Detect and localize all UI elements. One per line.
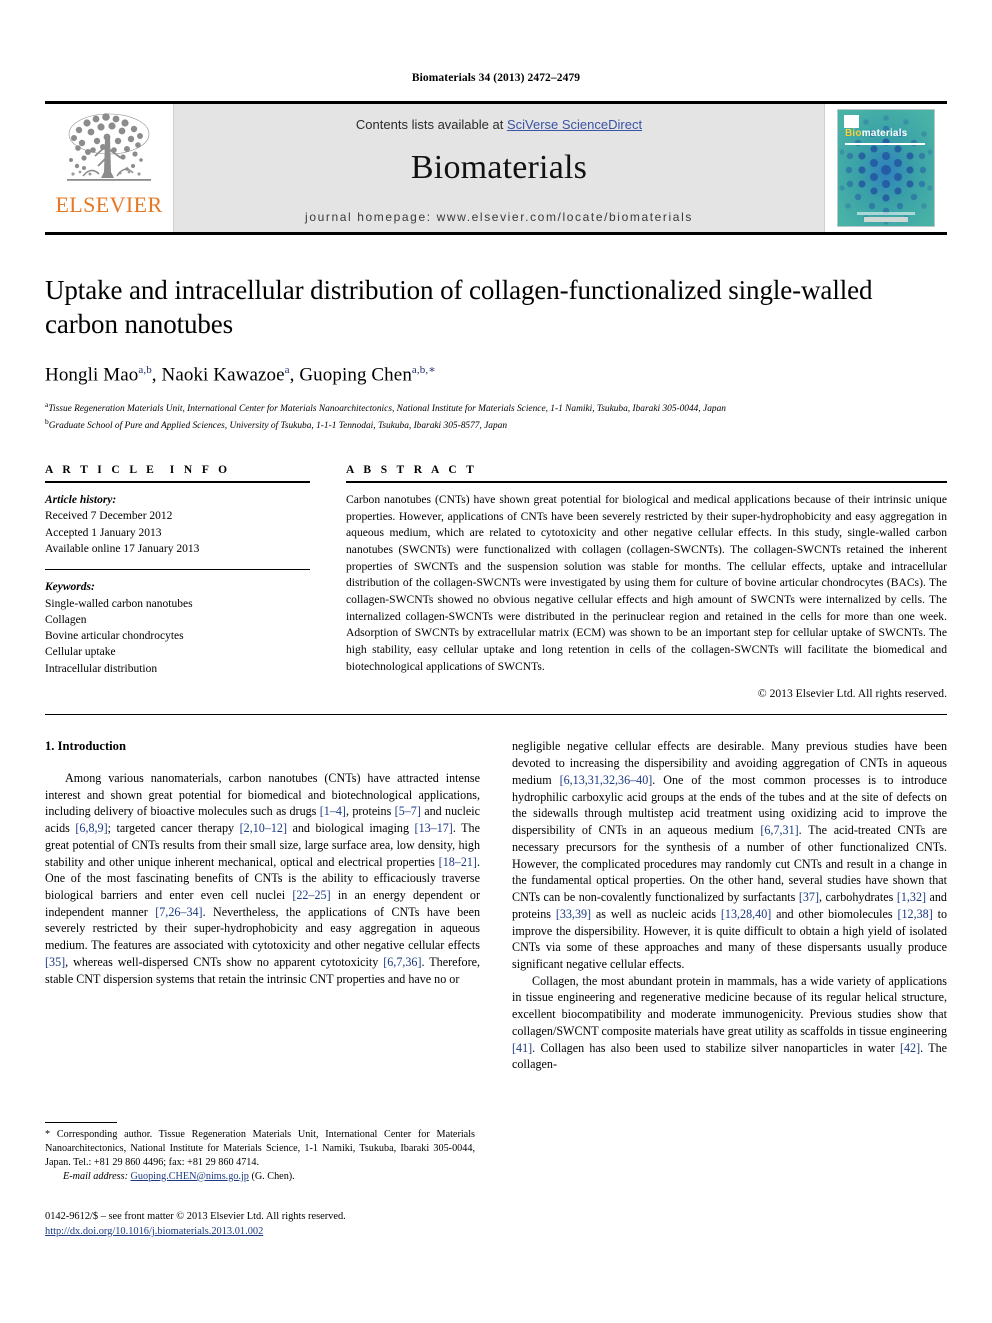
affiliation-list: aTissue Regeneration Materials Unit, Int…	[45, 400, 947, 434]
citation-link[interactable]: [41]	[512, 1041, 532, 1055]
citation-link[interactable]: [2,10–12]	[240, 821, 287, 835]
body-columns: 1. Introduction Among various nanomateri…	[45, 738, 947, 1073]
affiliation-text: Graduate School of Pure and Applied Scie…	[48, 421, 508, 432]
corresponding-author-text: * Corresponding author. Tissue Regenerat…	[45, 1129, 475, 1168]
abstract-text: Carbon nanotubes (CNTs) have shown great…	[346, 492, 947, 673]
author-name: Naoki Kawazoe	[161, 364, 285, 386]
author-name: Guoping Chen	[299, 364, 412, 386]
cover-elsevier-mark-icon	[844, 115, 859, 128]
abstract-bottom-rule	[45, 714, 947, 716]
keyword-item: Intracellular distribution	[45, 662, 158, 675]
affiliation-text: Tissue Regeneration Materials Unit, Inte…	[48, 404, 726, 415]
keywords-label: Keywords:	[45, 581, 95, 594]
footnote-rule	[45, 1122, 117, 1123]
info-abstract-region: A R T I C L E I N F O Article history: R…	[45, 463, 947, 701]
author-name: Hongli Mao	[45, 364, 139, 386]
abstract-copyright: © 2013 Elsevier Ltd. All rights reserved…	[757, 687, 947, 701]
imprint-line: 0142-9612/$ – see front matter © 2013 El…	[45, 1211, 346, 1222]
citation-link[interactable]: [13–17]	[415, 821, 453, 835]
abstract-rule	[346, 480, 947, 483]
cover-footer-band	[864, 217, 908, 222]
body-column-left: 1. Introduction Among various nanomateri…	[45, 738, 480, 1073]
abstract-heading: A B S T R A C T	[346, 463, 478, 476]
citation-link[interactable]: [1,32]	[897, 890, 926, 904]
citation-link[interactable]: [13,28,40]	[721, 907, 771, 921]
article-info-rule	[45, 480, 310, 483]
article-history-item: Accepted 1 January 2013	[45, 526, 162, 539]
keyword-item: Single-walled carbon nanotubes	[45, 597, 193, 610]
journal-title: Biomaterials	[410, 149, 588, 186]
keywords-group: Keywords: Single-walled carbon nanotubes…	[45, 579, 310, 677]
paragraph: Collagen, the most abundant protein in m…	[512, 973, 947, 1072]
cover-journal-title: Biomaterials	[845, 128, 907, 139]
citation-link[interactable]: [18–21]	[439, 855, 477, 869]
citation-link[interactable]: [22–25]	[292, 888, 330, 902]
doi-link[interactable]: http://dx.doi.org/10.1016/j.biomaterials…	[45, 1226, 263, 1237]
citation-link[interactable]: [6,7,31]	[760, 823, 798, 837]
email-label: E-mail address:	[63, 1170, 128, 1182]
title-block: Uptake and intracellular distribution of…	[45, 273, 947, 434]
imprint-block: 0142-9612/$ – see front matter © 2013 El…	[45, 1210, 485, 1240]
author-list: Hongli Maoa,b, Naoki Kawazoea, Guoping C…	[45, 364, 436, 386]
author-affiliation-marker: a,b,∗	[411, 364, 436, 377]
section-title-introduction: 1. Introduction	[45, 739, 126, 754]
citation-link[interactable]: [33,39]	[556, 907, 591, 921]
citation-link[interactable]: [6,13,31,32,36–40]	[560, 773, 653, 787]
article-info-heading: A R T I C L E I N F O	[45, 463, 231, 476]
sciencedirect-link[interactable]: SciVerse ScienceDirect	[507, 117, 642, 132]
cover-divider	[845, 143, 925, 145]
cover-image: Biomaterials	[837, 109, 935, 227]
citation-link[interactable]: [37]	[799, 890, 819, 904]
citation-link[interactable]: [7,26–34]	[155, 905, 202, 919]
citation-link[interactable]: [42]	[900, 1041, 920, 1055]
affiliation-item: bGraduate School of Pure and Applied Sci…	[45, 417, 947, 434]
journal-masthead: ELSEVIER Contents lists available at Sci…	[45, 101, 947, 235]
paper-page: Biomaterials 34 (2013) 2472–2479 ELSEVIE…	[0, 0, 992, 1323]
email-link[interactable]: Guoping.CHEN@nims.go.jp	[131, 1171, 249, 1182]
running-head: Biomaterials 34 (2013) 2472–2479	[411, 72, 581, 84]
author-affiliation-marker: a,b	[138, 364, 152, 377]
journal-band: Contents lists available at SciVerse Sci…	[173, 104, 825, 232]
citation-link[interactable]: [6,7,36]	[383, 955, 421, 969]
corresponding-author-footnote: * Corresponding author. Tissue Regenerat…	[45, 1122, 475, 1184]
keyword-item: Bovine articular chondrocytes	[45, 630, 184, 643]
abstract-column: A B S T R A C T Carbon nanotubes (CNTs) …	[346, 463, 947, 701]
journal-cover-thumbnail[interactable]: Biomaterials	[825, 104, 947, 232]
elsevier-logo: ELSEVIER	[45, 104, 173, 232]
email-suffix: (G. Chen).	[251, 1170, 295, 1182]
contents-available-line: Contents lists available at SciVerse Sci…	[356, 117, 642, 132]
citation-link[interactable]: [35]	[45, 955, 65, 969]
cover-title-bio: Bio	[845, 128, 862, 139]
contents-prefix-text: Contents lists available at	[355, 117, 507, 132]
keyword-item: Collagen	[45, 613, 87, 626]
cover-title-rest: materials	[861, 128, 908, 139]
author-affiliation-marker: a	[284, 364, 290, 377]
article-history-group: Article history: Received 7 December 201…	[45, 492, 310, 557]
body-column-right: negligible negative cellular effects are…	[512, 738, 947, 1073]
citation-link[interactable]: [6,8,9]	[75, 821, 107, 835]
affiliation-item: aTissue Regeneration Materials Unit, Int…	[45, 400, 947, 417]
elsevier-wordmark: ELSEVIER	[55, 192, 163, 217]
citation-link[interactable]: [1–4]	[320, 804, 346, 818]
citation-link[interactable]: [5–7]	[395, 804, 421, 818]
article-info-separator	[45, 569, 310, 571]
elsevier-tree-icon	[67, 113, 151, 181]
page-title: Uptake and intracellular distribution of…	[45, 275, 873, 340]
paragraph: negligible negative cellular effects are…	[512, 739, 948, 971]
article-history-item: Available online 17 January 2013	[45, 542, 200, 555]
citation-link[interactable]: [12,38]	[897, 907, 932, 921]
cover-footer-line	[857, 212, 915, 215]
article-history-label: Article history:	[45, 493, 117, 506]
article-info-column: A R T I C L E I N F O Article history: R…	[45, 464, 310, 701]
email-line: E-mail address: Guoping.CHEN@nims.go.jp …	[45, 1170, 475, 1184]
keyword-item: Cellular uptake	[45, 646, 116, 659]
paragraph: Among various nanomaterials, carbon nano…	[45, 770, 481, 986]
article-history-item: Received 7 December 2012	[45, 510, 173, 523]
journal-homepage-line[interactable]: journal homepage: www.elsevier.com/locat…	[305, 210, 693, 224]
